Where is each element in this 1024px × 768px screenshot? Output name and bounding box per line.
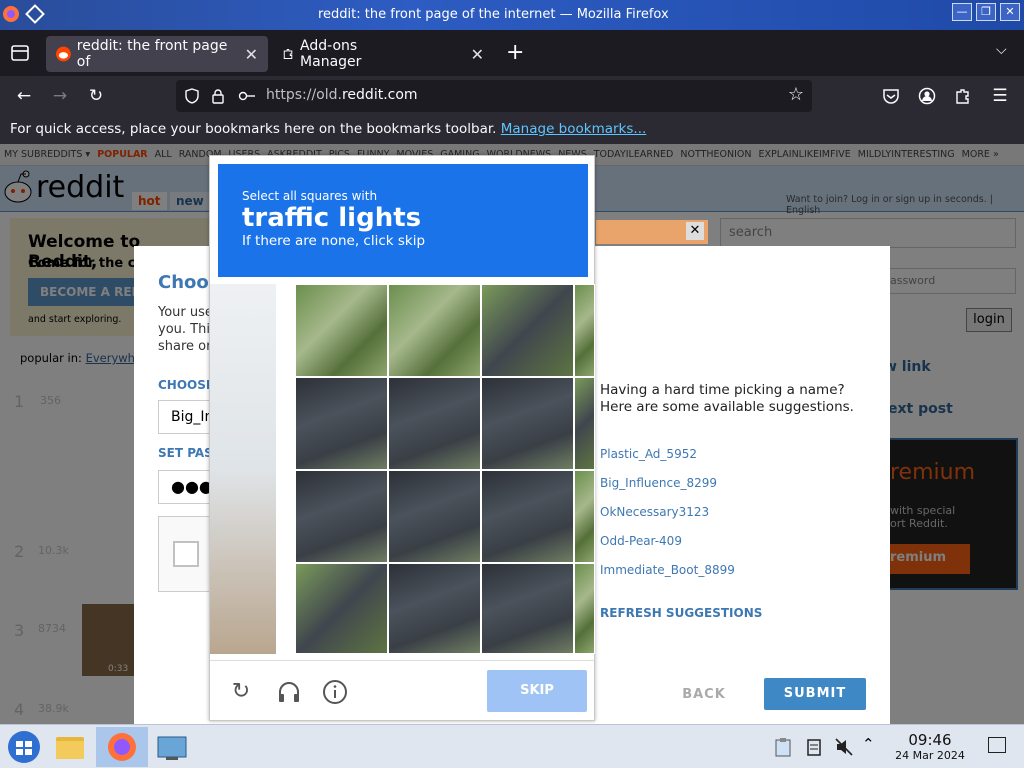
maximize-button[interactable]: ❐ [976,3,996,21]
reddit-favicon-icon [56,46,71,62]
clock-date: 24 Mar 2024 [895,749,965,762]
bookmark-star-icon[interactable]: ☆ [788,84,804,105]
url-bar[interactable]: https://old.reddit.com ☆ [176,80,812,112]
volume-muted-icon[interactable] [834,737,854,757]
captcha-tile[interactable] [295,563,388,654]
suggestion-3[interactable]: OkNecessary3123 [600,505,709,519]
taskbar-firefox[interactable] [96,727,148,767]
captcha-tile[interactable] [388,470,481,563]
skip-button[interactable]: SKIP [487,670,587,712]
firefox-small-icon[interactable] [0,3,22,25]
close-window-button[interactable]: ✕ [1000,3,1020,21]
captcha-tile[interactable] [481,377,574,470]
lock-icon[interactable] [210,88,226,104]
background-image-strip [210,284,276,654]
account-icon[interactable] [918,87,936,105]
banner-strip: ✕ [596,220,708,244]
tab-addons[interactable]: Add-ons Manager ✕ [272,36,494,72]
recaptcha-challenge: Select all squares with traffic lights I… [209,155,595,721]
suggestion-5[interactable]: Immediate_Boot_8899 [600,563,735,577]
audio-challenge-icon[interactable] [276,679,302,705]
image-grid [295,284,595,654]
extensions-icon[interactable] [954,87,972,105]
captcha-tile[interactable] [388,563,481,654]
tab-close-icon[interactable]: ✕ [471,45,484,64]
refresh-suggestions-link[interactable]: REFRESH SUGGESTIONS [600,606,762,620]
forward-icon: → [52,86,68,106]
captcha-tile[interactable] [481,470,574,563]
key-icon[interactable] [238,89,256,103]
menu-icon[interactable]: ☰ [988,84,1012,108]
puzzle-icon [283,48,293,60]
system-settings-icon[interactable] [150,727,194,767]
back-button[interactable]: BACK [666,680,742,710]
choose-username-label: CHOOSE [158,378,215,392]
challenge-footer: ↻ SKIP [210,660,594,720]
bookmarks-toolbar: For quick access, place your bookmarks h… [0,116,1024,144]
firefox-view-icon[interactable] [10,44,30,62]
start-menu-icon[interactable] [2,727,46,767]
window-controls: — ❐ ✕ [952,3,1020,21]
captcha-tile[interactable] [574,284,595,377]
list-all-tabs-icon[interactable]: ⌵ [996,42,1007,58]
navigation-toolbar: ← → ↻ https://old.reddit.com ☆ ☰ [0,76,1024,116]
captcha-tile[interactable] [295,377,388,470]
captcha-tile[interactable] [295,284,388,377]
captcha-tile[interactable] [574,377,595,470]
tab-title: Add-ons Manager [300,38,362,70]
window-menu-icon[interactable] [24,3,46,25]
suggestion-2[interactable]: Big_Influence_8299 [600,476,717,490]
reload-challenge-icon[interactable]: ↻ [228,679,254,705]
submit-button[interactable]: SUBMIT [764,678,866,710]
clock[interactable]: 09:46 24 Mar 2024 [888,731,972,762]
minimize-button[interactable]: — [952,3,972,21]
clipboard-icon[interactable] [774,737,792,757]
firefox-icon [108,733,136,761]
captcha-tile[interactable] [574,563,595,654]
captcha-tile[interactable] [388,377,481,470]
reload-icon[interactable]: ↻ [84,84,108,108]
challenge-header: Select all squares with traffic lights I… [218,164,588,277]
taskbar: ⌃ 09:46 24 Mar 2024 [0,724,1024,768]
recaptcha-checkbox[interactable] [173,541,199,567]
back-icon[interactable]: ← [12,84,36,108]
window-title-bar: reddit: the front page of the internet —… [0,0,1024,30]
clock-time: 09:46 [908,731,952,749]
tab-title: reddit: the front page of [76,38,228,70]
notes-icon[interactable] [806,737,822,757]
challenge-hint: If there are none, click skip [242,233,426,249]
captcha-tile[interactable] [574,470,595,563]
manage-bookmarks-link[interactable]: Manage bookmarks... [501,121,647,137]
window-title: reddit: the front page of the internet —… [318,7,669,22]
pocket-icon[interactable] [882,87,900,105]
captcha-tile[interactable] [481,284,574,377]
set-password-label: SET PAS [158,446,213,460]
captcha-tile[interactable] [388,284,481,377]
show-desktop-icon[interactable] [988,737,1006,753]
suggestion-1[interactable]: Plastic_Ad_5952 [600,447,697,461]
suggest-heading: Having a hard time picking a name? Here … [600,382,854,415]
captcha-tile[interactable] [295,470,388,563]
info-icon[interactable] [322,679,348,705]
tab-close-icon[interactable]: ✕ [245,45,258,64]
tray-expand-icon[interactable]: ⌃ [862,735,875,753]
suggestion-4[interactable]: Odd-Pear-409 [600,534,682,548]
close-banner-icon[interactable]: ✕ [686,222,704,240]
shield-icon[interactable] [184,88,200,104]
url-text: https://old.reddit.com [266,87,418,103]
challenge-prompt: Select all squares with [242,189,378,203]
bookmarks-message: For quick access, place your bookmarks h… [10,121,497,137]
modal-description: Your use you. Thi share or [158,305,213,354]
tab-reddit[interactable]: reddit: the front page of ✕ [46,36,268,72]
file-manager-icon[interactable] [48,727,92,767]
captcha-tile[interactable] [481,563,574,654]
new-tab-button[interactable]: + [506,40,524,65]
challenge-target: traffic lights [242,203,422,233]
tab-bar: reddit: the front page of ✕ Add-ons Mana… [0,30,1024,76]
